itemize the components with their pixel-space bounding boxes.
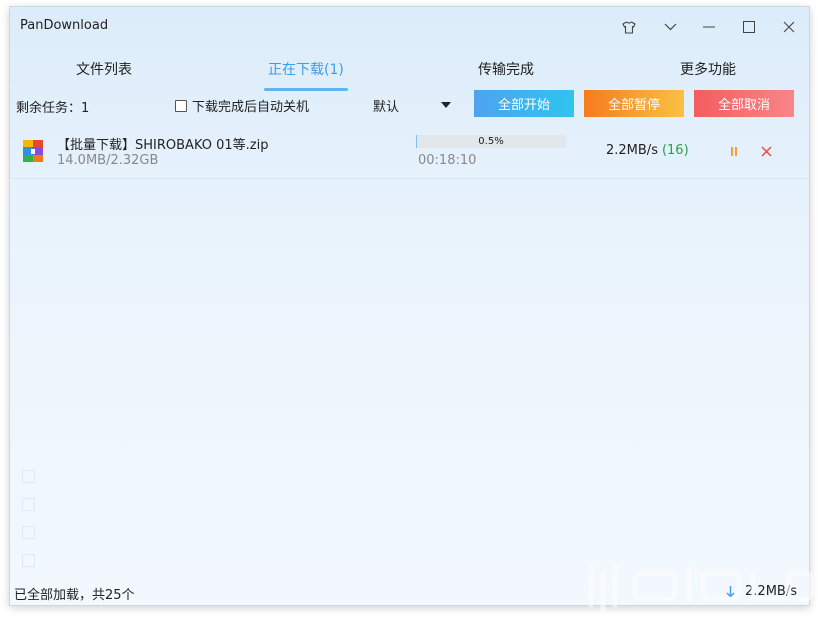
ghost-row bbox=[10, 519, 809, 547]
ghost-row bbox=[10, 463, 809, 491]
pause-icon[interactable] bbox=[726, 143, 742, 159]
tab-more-features[interactable]: 更多功能 bbox=[680, 59, 736, 87]
file-size: 14.0MB/2.32GB bbox=[57, 153, 159, 168]
sort-select[interactable]: 默认 bbox=[367, 94, 457, 116]
progress-label: 0.5% bbox=[478, 136, 504, 147]
connection-count: (16) bbox=[661, 143, 689, 158]
title-bar[interactable]: PanDownload bbox=[10, 7, 809, 47]
checkbox-box[interactable] bbox=[175, 99, 187, 112]
remaining-tasks: 剩余任务：1 bbox=[16, 101, 90, 116]
ghost-checkbox bbox=[22, 526, 35, 539]
download-toolbar: 剩余任务：1 下载完成后自动关机 默认 全部开始 全部暂停 全部取消 bbox=[10, 89, 809, 121]
maximize-button[interactable] bbox=[736, 15, 762, 39]
app-window: PanDownload 文件列表 正在下载(1) 传输完成 更多功能 剩余任务：… bbox=[9, 6, 814, 613]
auto-shutdown-label: 下载完成后自动关机 bbox=[192, 100, 310, 115]
ghost-checkbox bbox=[22, 470, 35, 483]
download-row[interactable]: 【批量下载】SHIROBAKO 01等.zip 14.0MB/2.32GB 0.… bbox=[10, 125, 809, 179]
speed-value: 2.2MB/s bbox=[606, 143, 658, 158]
app-title: PanDownload bbox=[20, 18, 109, 33]
status-text: 已全部加载，共25个 bbox=[14, 588, 135, 603]
sort-select-value: 默认 bbox=[373, 99, 400, 115]
chevron-down-icon[interactable] bbox=[657, 15, 683, 39]
ghost-checkbox bbox=[22, 554, 35, 567]
minimize-button[interactable] bbox=[696, 15, 722, 39]
progress-bar: 0.5% bbox=[416, 135, 566, 148]
close-button[interactable] bbox=[776, 15, 802, 39]
file-name: 【批量下载】SHIROBAKO 01等.zip bbox=[57, 138, 269, 153]
watermark-logo bbox=[588, 562, 814, 613]
delete-icon[interactable] bbox=[758, 143, 774, 159]
dropdown-arrow-icon bbox=[441, 102, 451, 108]
main-tabs: 文件列表 正在下载(1) 传输完成 更多功能 bbox=[10, 51, 809, 91]
skin-shirt-icon[interactable] bbox=[616, 15, 642, 39]
start-all-button[interactable]: 全部开始 bbox=[474, 90, 574, 117]
pause-all-button[interactable]: 全部暂停 bbox=[584, 90, 684, 117]
ghost-row bbox=[10, 491, 809, 519]
tab-downloading[interactable]: 正在下载(1) bbox=[264, 59, 348, 91]
tab-file-list[interactable]: 文件列表 bbox=[76, 59, 132, 87]
time-remaining: 00:18:10 bbox=[418, 153, 477, 168]
tab-completed[interactable]: 传输完成 bbox=[478, 59, 534, 87]
zip-archive-icon bbox=[23, 140, 43, 162]
auto-shutdown-checkbox[interactable]: 下载完成后自动关机 bbox=[175, 96, 309, 115]
cancel-all-button[interactable]: 全部取消 bbox=[694, 90, 794, 117]
ghost-checkbox bbox=[22, 498, 35, 511]
download-speed: 2.2MB/s (16) bbox=[606, 143, 689, 158]
